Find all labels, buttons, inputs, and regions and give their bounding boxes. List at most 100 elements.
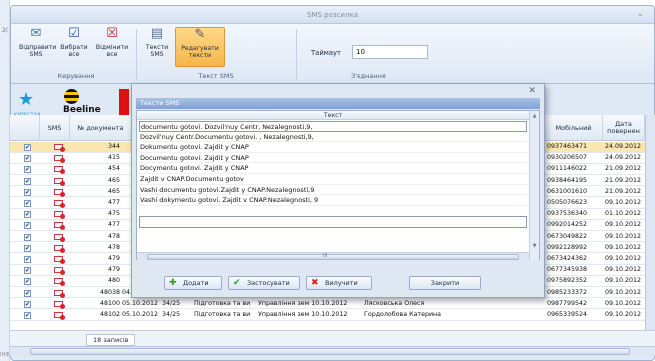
apply-button[interactable]: ✔ Застосувати bbox=[228, 276, 300, 290]
cell-person: Гордолобова Катерина bbox=[364, 311, 442, 318]
cell-date: 09.10.2012 bbox=[605, 277, 642, 285]
cell-date: 01.10.2012 bbox=[605, 210, 642, 218]
cell-mobile: 0677345938 bbox=[547, 266, 588, 274]
sms-status-icon bbox=[54, 188, 65, 197]
header-date[interactable]: Дата повернен bbox=[603, 115, 645, 141]
cell-mobile: 0631001610 bbox=[547, 187, 588, 195]
deselect-all-button[interactable]: ☒ Відмінити все bbox=[95, 27, 129, 67]
cell-date: 09.10.2012 bbox=[605, 288, 642, 296]
sms-text-item[interactable]: Dokumentu gotovi. Zajdit y CNAP bbox=[139, 142, 527, 153]
sms-status-icon bbox=[54, 233, 65, 242]
collapse-icon[interactable]: ⌄ bbox=[636, 9, 644, 19]
beeline-logo-icon bbox=[64, 89, 79, 104]
list-scroll-thumb[interactable] bbox=[147, 254, 519, 260]
cell-mobile: 0673424362 bbox=[547, 255, 588, 262]
table-row[interactable]: ✔ 48102 05.10.2012 34/25 Підготовка та ви Упр… bbox=[10, 310, 655, 321]
row-checkbox[interactable]: ✔ bbox=[24, 256, 31, 263]
cell-mobile: 0673049822 bbox=[547, 232, 588, 240]
list-vertical-scrollbar[interactable]: ▲ ▼ bbox=[529, 111, 539, 261]
scroll-down-icon[interactable]: ▼ bbox=[531, 243, 538, 249]
header-mobile[interactable]: Мобільний bbox=[545, 115, 603, 141]
sms-text-item[interactable]: Documentu gotovi. Zajdit y CNAP bbox=[139, 153, 527, 164]
row-checkbox[interactable]: ✔ bbox=[24, 144, 31, 151]
scroll-thumb[interactable] bbox=[30, 348, 630, 355]
sms-status-icon bbox=[54, 256, 65, 264]
header-doc-no[interactable]: № документа bbox=[70, 115, 132, 141]
sms-status-icon bbox=[54, 300, 65, 309]
cell-doc-no: 415 bbox=[107, 154, 120, 162]
row-checkbox[interactable]: ✔ bbox=[24, 155, 31, 163]
select-all-button[interactable]: ☑ Вибрати все bbox=[57, 27, 91, 67]
sms-status-icon bbox=[54, 222, 65, 231]
mts-logo-icon bbox=[119, 89, 129, 115]
list-horizontal-scrollbar[interactable]: III bbox=[137, 252, 529, 261]
document-icon: ▤ bbox=[150, 26, 164, 41]
row-checkbox[interactable]: ✔ bbox=[24, 188, 31, 196]
envelope-icon: ✉ bbox=[30, 26, 42, 41]
window-title: SMS розсилка bbox=[307, 11, 358, 19]
sms-text-list: Текст documentu gotovi. Dozvil'nuy Centr… bbox=[136, 110, 540, 261]
close-button[interactable]: Закрити bbox=[409, 276, 481, 290]
grid-horizontal-scrollbar[interactable] bbox=[10, 346, 655, 356]
row-checkbox[interactable]: ✔ bbox=[24, 312, 31, 319]
row-checkbox[interactable]: ✔ bbox=[24, 177, 31, 185]
cell-mobile: 0992128992 bbox=[547, 243, 588, 251]
row-checkbox[interactable]: ✔ bbox=[24, 200, 31, 207]
row-checkbox[interactable]: ✔ bbox=[24, 166, 31, 174]
sms-text-item[interactable]: documentu gotovi. Dozvil'nuy Centr, Neza… bbox=[139, 121, 527, 132]
row-checkbox[interactable]: ✔ bbox=[24, 300, 31, 308]
timeout-label: Таймаут bbox=[311, 49, 342, 57]
window-titlebar: SMS розсилка ⌄ bbox=[11, 6, 654, 24]
row-checkbox[interactable]: ✔ bbox=[24, 211, 31, 219]
cell-doc-no: 48100 bbox=[99, 299, 120, 307]
header-sms[interactable]: SMS bbox=[40, 115, 70, 141]
row-checkbox[interactable]: ✔ bbox=[24, 267, 31, 275]
cell-doc-no: 48038 bbox=[99, 288, 120, 296]
cell-doc-no: 344 bbox=[107, 143, 120, 150]
sms-text-item[interactable]: Vashi documentu gotovi.Zajdit y CNAP.Nez… bbox=[139, 185, 527, 196]
cell-mobile: 0985233372 bbox=[547, 288, 588, 296]
cell-date: 21.09.2012 bbox=[605, 187, 642, 195]
deselect-all-label: Відмінити все bbox=[95, 44, 129, 58]
cell-doc-no: 478 bbox=[107, 232, 120, 240]
scroll-up-icon[interactable]: ▲ bbox=[531, 113, 538, 119]
header-checkbox-column[interactable] bbox=[10, 115, 40, 141]
delete-label: Вилучити bbox=[325, 279, 358, 287]
cell-date: 09.10.2012 bbox=[605, 311, 642, 318]
sms-text-item[interactable]: Docymentu gotovi. Zajdit y CNAP bbox=[139, 163, 527, 174]
sms-text-item[interactable]: Dozvil'nuy Centr.Documentu gotovi. , Nez… bbox=[139, 132, 527, 143]
sms-status-icon bbox=[54, 155, 65, 164]
send-sms-button[interactable]: ✉ Відправити SMS bbox=[19, 26, 57, 67]
cell-date: 09.10.2012 bbox=[605, 221, 642, 229]
edit-texts-button[interactable]: ✎ Редагувати тексти bbox=[175, 27, 225, 67]
sms-texts-dropdown[interactable]: ▤ Тексти SMS bbox=[142, 27, 172, 67]
cell-mobile: 0965339524 bbox=[547, 311, 588, 318]
sms-status-icon bbox=[54, 289, 65, 298]
cell-date: 24.09.2012 bbox=[605, 143, 642, 150]
table-row[interactable]: ✔ 48100 05.10.2012 34/25 Підготовка та ви Упр… bbox=[10, 299, 655, 310]
sms-status-icon bbox=[54, 200, 65, 208]
cell-doc-no: 465 bbox=[107, 187, 120, 195]
send-sms-label: Відправити SMS bbox=[19, 44, 57, 58]
sms-text-item[interactable]: Zajdit v CNAP.Documentu gotov bbox=[139, 174, 527, 185]
grid-vertical-scrollbar[interactable] bbox=[645, 115, 655, 351]
row-checkbox[interactable]: ✔ bbox=[24, 278, 31, 286]
edit-document-icon: ✎ bbox=[194, 27, 206, 42]
sms-text-item[interactable]: Vashi dokymentu gotovi. Zajdit v CNAP.Ne… bbox=[139, 195, 527, 206]
row-checkbox[interactable]: ✔ bbox=[24, 244, 31, 252]
timeout-input[interactable]: 10 bbox=[352, 45, 428, 59]
cell-mobile: 0992014252 bbox=[547, 221, 588, 229]
add-button[interactable]: ✚ Додати bbox=[164, 276, 222, 290]
row-checkbox[interactable]: ✔ bbox=[24, 289, 31, 297]
cell-doc-no: 477 bbox=[107, 199, 120, 206]
row-checkbox[interactable]: ✔ bbox=[24, 222, 31, 230]
row-checkbox[interactable]: ✔ bbox=[24, 233, 31, 241]
close-icon[interactable]: ✕ bbox=[528, 86, 536, 96]
delete-button[interactable]: ✖ Вилучити bbox=[306, 276, 372, 290]
sms-status-icon bbox=[54, 177, 65, 186]
cell-reg-no: 34/25 bbox=[162, 311, 181, 318]
beeline-logo-text: Beeline bbox=[63, 105, 101, 115]
new-text-input[interactable] bbox=[139, 216, 527, 229]
edit-texts-label: Редагувати тексти bbox=[181, 45, 219, 59]
group-separator bbox=[136, 29, 137, 79]
